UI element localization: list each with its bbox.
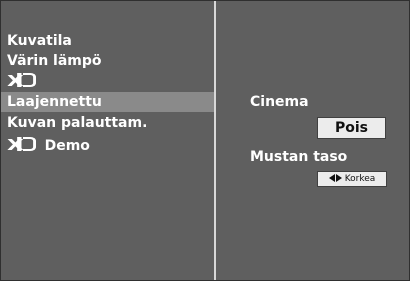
menu-item-label: Demo	[44, 138, 90, 154]
arrow-left-icon[interactable]	[328, 174, 335, 182]
main-menu: Kuvatila Värin lämpö X Laajennettu Kuvan…	[1, 1, 214, 280]
menu-item-label: Kuvan palauttam.	[7, 115, 148, 131]
black-level-label: Mustan taso	[250, 149, 348, 165]
menu-item-label: Värin lämpö	[7, 53, 102, 69]
black-level-value: Korkea	[344, 174, 376, 184]
cinema-value-button[interactable]: Pois	[317, 117, 386, 139]
menu-item-kuvan-palauttam[interactable]: Kuvan palauttam.	[1, 113, 214, 133]
xd-logo-icon: X	[7, 71, 36, 91]
arrow-right-icon[interactable]	[335, 174, 342, 182]
menu-item-label: Kuvatila	[7, 33, 72, 49]
black-level-selector[interactable]: Korkea	[317, 171, 387, 187]
menu-item-laajennettu[interactable]: Laajennettu	[1, 92, 214, 112]
cinema-label: Cinema	[250, 94, 309, 110]
osd-menu-panel: Kuvatila Värin lämpö X Laajennettu Kuvan…	[0, 0, 410, 281]
menu-item-xd-demo[interactable]: X Demo	[1, 135, 214, 155]
xd-logo-icon: X	[7, 135, 36, 155]
cinema-value: Pois	[334, 120, 368, 136]
menu-item-xd[interactable]: X	[1, 71, 214, 91]
menu-item-kuvatila[interactable]: Kuvatila	[1, 31, 214, 51]
menu-item-label: Laajennettu	[7, 94, 102, 110]
menu-item-varin-lampo[interactable]: Värin lämpö	[1, 51, 214, 71]
submenu-panel: Cinema Pois Mustan taso Korkea	[216, 1, 409, 280]
